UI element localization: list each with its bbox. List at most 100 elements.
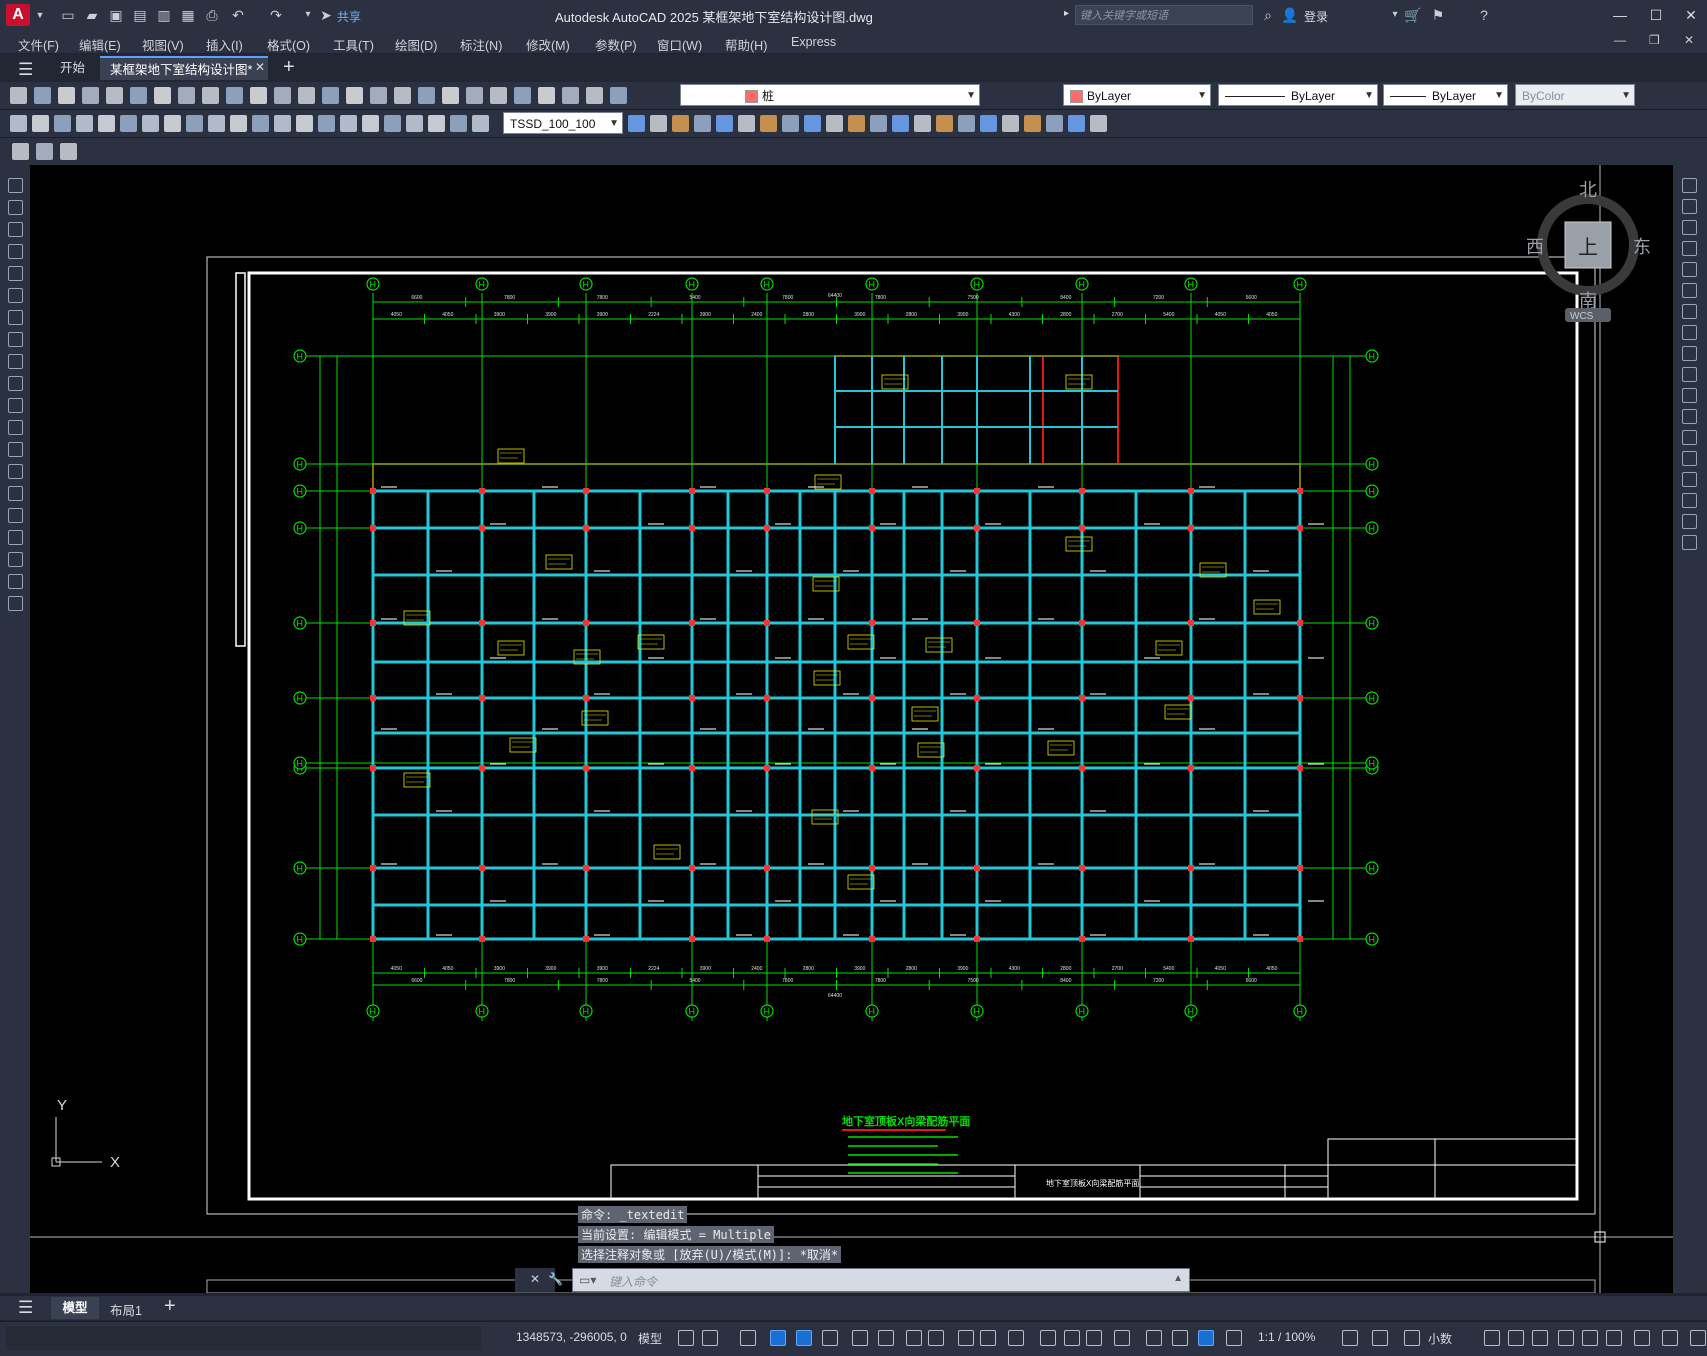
dimension-tool-icon[interactable]: [318, 115, 335, 132]
share-icon[interactable]: ➤: [316, 5, 336, 25]
draw-tool-icon[interactable]: [8, 354, 23, 369]
dimension-tool-icon[interactable]: [428, 115, 445, 132]
draw-tool-icon[interactable]: [8, 508, 23, 523]
color-dropdown[interactable]: ByLayer ▼: [1063, 84, 1211, 106]
extra-tool-icon[interactable]: [60, 143, 77, 160]
maximize-button[interactable]: ☐: [1641, 5, 1671, 25]
draw-tool-icon[interactable]: [8, 266, 23, 281]
linetype-dropdown[interactable]: ByLayer ▼: [1218, 84, 1378, 106]
autocad-logo-icon[interactable]: A: [6, 4, 30, 26]
status-toggle-icon[interactable]: [1404, 1330, 1420, 1346]
draw-tool-icon[interactable]: [8, 200, 23, 215]
standard-tool-icon[interactable]: [370, 87, 387, 104]
status-toggle-icon[interactable]: [1662, 1330, 1678, 1346]
draw-tool-icon[interactable]: [8, 398, 23, 413]
draw-tool-icon[interactable]: [8, 376, 23, 391]
login-button[interactable]: 登录: [1304, 8, 1328, 25]
standard-tool-icon[interactable]: [130, 87, 147, 104]
status-toggle-icon[interactable]: [1484, 1330, 1500, 1346]
new-file-icon[interactable]: ▭: [58, 5, 78, 25]
standard-tool-icon[interactable]: [106, 87, 123, 104]
dimension-tool-icon[interactable]: [32, 115, 49, 132]
modify-tool-icon[interactable]: [1682, 304, 1697, 319]
status-toggle-icon[interactable]: [1040, 1330, 1056, 1346]
tab-document[interactable]: 某框架地下室结构设计图*: [100, 56, 268, 80]
standard-tool-icon[interactable]: [34, 87, 51, 104]
save-to-web-icon[interactable]: ▥: [154, 5, 174, 25]
command-history-chevron-icon[interactable]: ▲: [1173, 1273, 1183, 1284]
draw-tool-icon[interactable]: [8, 464, 23, 479]
layer-dropdown[interactable]: 桩 ▼: [680, 84, 980, 106]
dimension-tool-icon[interactable]: [120, 115, 137, 132]
standard-tool-icon[interactable]: [514, 87, 531, 104]
new-tab-plus-icon[interactable]: +: [283, 56, 295, 79]
status-toggle-icon[interactable]: [1086, 1330, 1102, 1346]
status-toggle-icon[interactable]: [1690, 1330, 1706, 1346]
dimension-tool-icon[interactable]: [164, 115, 181, 132]
dimension-tool-icon[interactable]: [54, 115, 71, 132]
draw-tool-icon[interactable]: [8, 310, 23, 325]
standard-tool-icon[interactable]: [610, 87, 627, 104]
status-toggle-icon[interactable]: [1008, 1330, 1024, 1346]
modify-tool-icon[interactable]: [1682, 241, 1697, 256]
menu-insert[interactable]: 插入(I): [206, 35, 243, 54]
standard-tool-icon[interactable]: [466, 87, 483, 104]
coordinates-readout[interactable]: 1348573, -296005, 0: [516, 1330, 627, 1344]
standard-tool-icon[interactable]: [202, 87, 219, 104]
dimension-tool-icon[interactable]: [186, 115, 203, 132]
standard-tool-icon[interactable]: [58, 87, 75, 104]
draw-tool-icon[interactable]: [8, 178, 23, 193]
dimension-tool-icon[interactable]: [142, 115, 159, 132]
modify-tool-icon[interactable]: [1682, 451, 1697, 466]
standard-tool-icon[interactable]: [442, 87, 459, 104]
status-toggle-icon[interactable]: [1226, 1330, 1242, 1346]
status-toggle-icon[interactable]: [1146, 1330, 1162, 1346]
standard-tool-icon[interactable]: [82, 87, 99, 104]
modify-tool-icon[interactable]: [958, 115, 975, 132]
customize-quick-access-icon[interactable]: ▾: [298, 5, 318, 25]
save-icon[interactable]: ▣: [106, 5, 126, 25]
share-button[interactable]: 共享: [337, 8, 361, 25]
modify-tool-icon[interactable]: [804, 115, 821, 132]
units-dropdown[interactable]: 小数: [1428, 1330, 1452, 1347]
menu-file[interactable]: 文件(F): [18, 35, 59, 54]
modify-tool-icon[interactable]: [1682, 493, 1697, 508]
tab-model[interactable]: 模型: [51, 1297, 99, 1319]
modify-tool-icon[interactable]: [738, 115, 755, 132]
status-toggle-icon[interactable]: [1606, 1330, 1622, 1346]
status-toggle-icon[interactable]: [1582, 1330, 1598, 1346]
dimension-tool-icon[interactable]: [340, 115, 357, 132]
dimension-tool-icon[interactable]: [252, 115, 269, 132]
dimstyle-dropdown[interactable]: TSSD_100_100 ▼: [503, 112, 623, 134]
status-toggle-icon[interactable]: [1532, 1330, 1548, 1346]
status-toggle-icon[interactable]: [702, 1330, 718, 1346]
draw-tool-icon[interactable]: [8, 332, 23, 347]
dimension-tool-icon[interactable]: [208, 115, 225, 132]
menu-dimension[interactable]: 标注(N): [460, 35, 502, 54]
open-folder-icon[interactable]: ▰: [82, 5, 102, 25]
help-icon[interactable]: ?: [1474, 5, 1494, 25]
search-icon[interactable]: ⌕: [1258, 5, 1278, 25]
tab-start[interactable]: 开始: [50, 56, 95, 80]
status-toggle-icon[interactable]: [770, 1330, 786, 1346]
menu-tools[interactable]: 工具(T): [333, 35, 374, 54]
drawing-canvas[interactable]: 6600 7800 7800 5400 7800 7800 7500 8400 7200 5600…: [30, 165, 1673, 1294]
modify-tool-icon[interactable]: [1682, 514, 1697, 529]
layout-menu-icon[interactable]: ☰: [18, 1298, 33, 1318]
modify-tool-icon[interactable]: [1002, 115, 1019, 132]
status-toggle-icon[interactable]: [740, 1330, 756, 1346]
modify-tool-icon[interactable]: [826, 115, 843, 132]
standard-tool-icon[interactable]: [322, 87, 339, 104]
modify-tool-icon[interactable]: [760, 115, 777, 132]
standard-tool-icon[interactable]: [250, 87, 267, 104]
standard-tool-icon[interactable]: [418, 87, 435, 104]
modify-tool-icon[interactable]: [936, 115, 953, 132]
cart-icon[interactable]: 🛒: [1403, 5, 1423, 25]
status-toggle-icon[interactable]: [906, 1330, 922, 1346]
modify-tool-icon[interactable]: [1682, 262, 1697, 277]
status-toggle-icon[interactable]: [958, 1330, 974, 1346]
dimension-tool-icon[interactable]: [450, 115, 467, 132]
save-as-icon[interactable]: ▤: [130, 5, 150, 25]
draw-tool-icon[interactable]: [8, 530, 23, 545]
menu-draw[interactable]: 绘图(D): [395, 35, 437, 54]
